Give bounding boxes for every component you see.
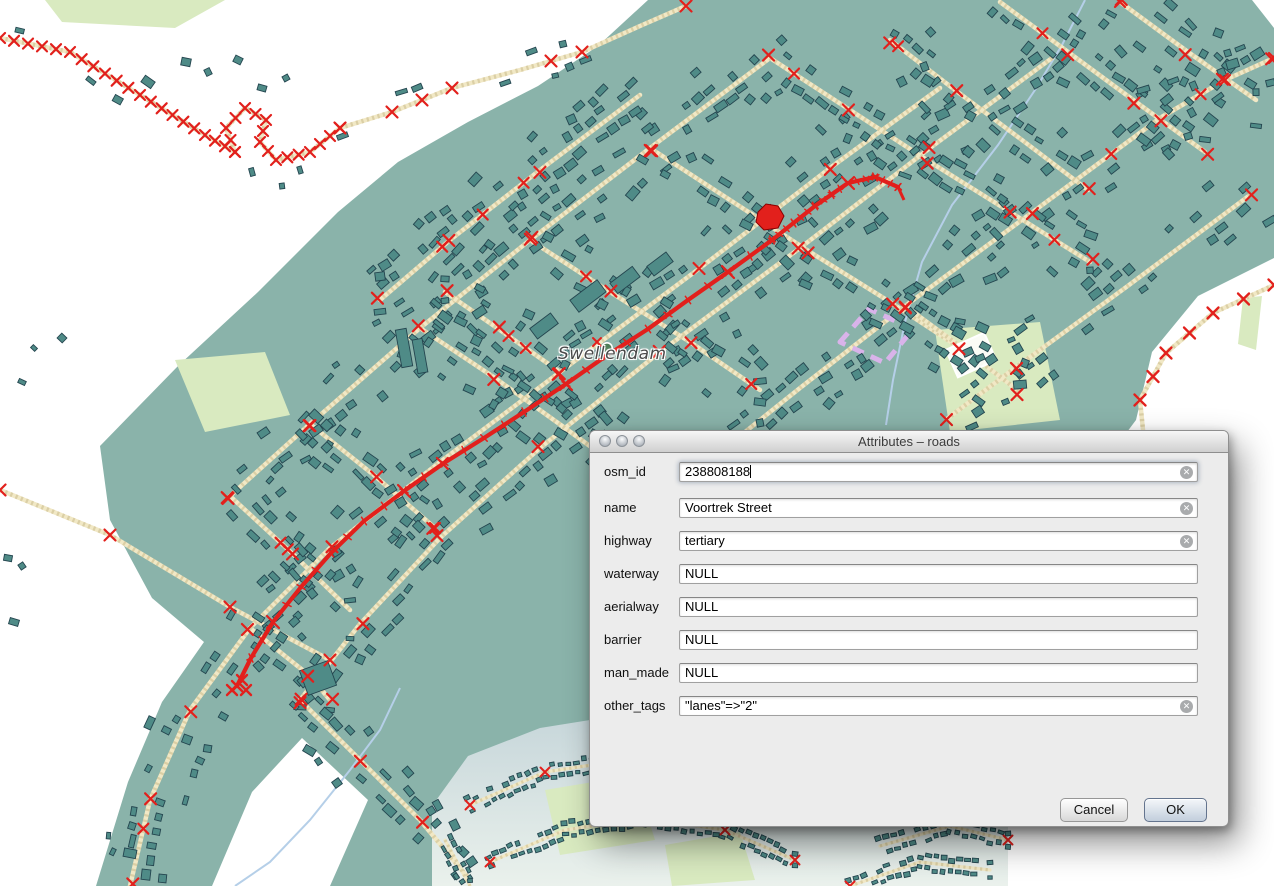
- field-input-man-made[interactable]: NULL: [679, 663, 1198, 683]
- field-row-man-made: man_made NULL: [590, 663, 1228, 683]
- field-row-aerialway: aerialway NULL: [590, 597, 1228, 617]
- field-row-osm-id: osm_id 238808188 ✕: [590, 462, 1228, 482]
- minimize-button[interactable]: [616, 435, 628, 447]
- field-input-name[interactable]: Voortrek Street ✕: [679, 498, 1198, 518]
- field-value-highway: tertiary: [680, 533, 725, 548]
- field-value-man-made: NULL: [680, 665, 718, 680]
- cancel-button[interactable]: Cancel: [1060, 798, 1128, 822]
- field-value-waterway: NULL: [680, 566, 718, 581]
- field-label-osm-id: osm_id: [604, 462, 646, 482]
- clear-icon[interactable]: ✕: [1180, 700, 1193, 713]
- attributes-dialog: Attributes – roads osm_id 238808188 ✕ na…: [589, 430, 1229, 827]
- clear-icon[interactable]: ✕: [1180, 535, 1193, 548]
- zoom-button[interactable]: [633, 435, 645, 447]
- dialog-title: Attributes – roads: [590, 431, 1228, 452]
- field-input-osm-id[interactable]: 238808188 ✕: [679, 462, 1198, 482]
- field-input-barrier[interactable]: NULL: [679, 630, 1198, 650]
- field-value-other-tags: "lanes"=>"2": [680, 698, 757, 713]
- field-label-aerialway: aerialway: [604, 597, 659, 617]
- field-row-other-tags: other_tags "lanes"=>"2" ✕: [590, 696, 1228, 716]
- field-value-barrier: NULL: [680, 632, 718, 647]
- field-label-waterway: waterway: [604, 564, 659, 584]
- clear-icon[interactable]: ✕: [1180, 466, 1193, 479]
- field-label-name: name: [604, 498, 637, 518]
- close-button[interactable]: [599, 435, 611, 447]
- field-label-other-tags: other_tags: [604, 696, 665, 716]
- field-value-osm-id: 238808188: [680, 464, 750, 479]
- field-label-man-made: man_made: [604, 663, 669, 683]
- field-row-name: name Voortrek Street ✕: [590, 498, 1228, 518]
- field-label-highway: highway: [604, 531, 652, 551]
- field-input-other-tags[interactable]: "lanes"=>"2" ✕: [679, 696, 1198, 716]
- field-value-aerialway: NULL: [680, 599, 718, 614]
- field-label-barrier: barrier: [604, 630, 642, 650]
- ok-button[interactable]: OK: [1144, 798, 1207, 822]
- field-input-aerialway[interactable]: NULL: [679, 597, 1198, 617]
- field-input-waterway[interactable]: NULL: [679, 564, 1198, 584]
- field-row-waterway: waterway NULL: [590, 564, 1228, 584]
- field-row-highway: highway tertiary ✕: [590, 531, 1228, 551]
- field-input-highway[interactable]: tertiary ✕: [679, 531, 1198, 551]
- dialog-titlebar[interactable]: Attributes – roads: [590, 431, 1228, 453]
- field-value-name: Voortrek Street: [680, 500, 772, 515]
- field-row-barrier: barrier NULL: [590, 630, 1228, 650]
- clear-icon[interactable]: ✕: [1180, 502, 1193, 515]
- text-cursor: [750, 465, 751, 478]
